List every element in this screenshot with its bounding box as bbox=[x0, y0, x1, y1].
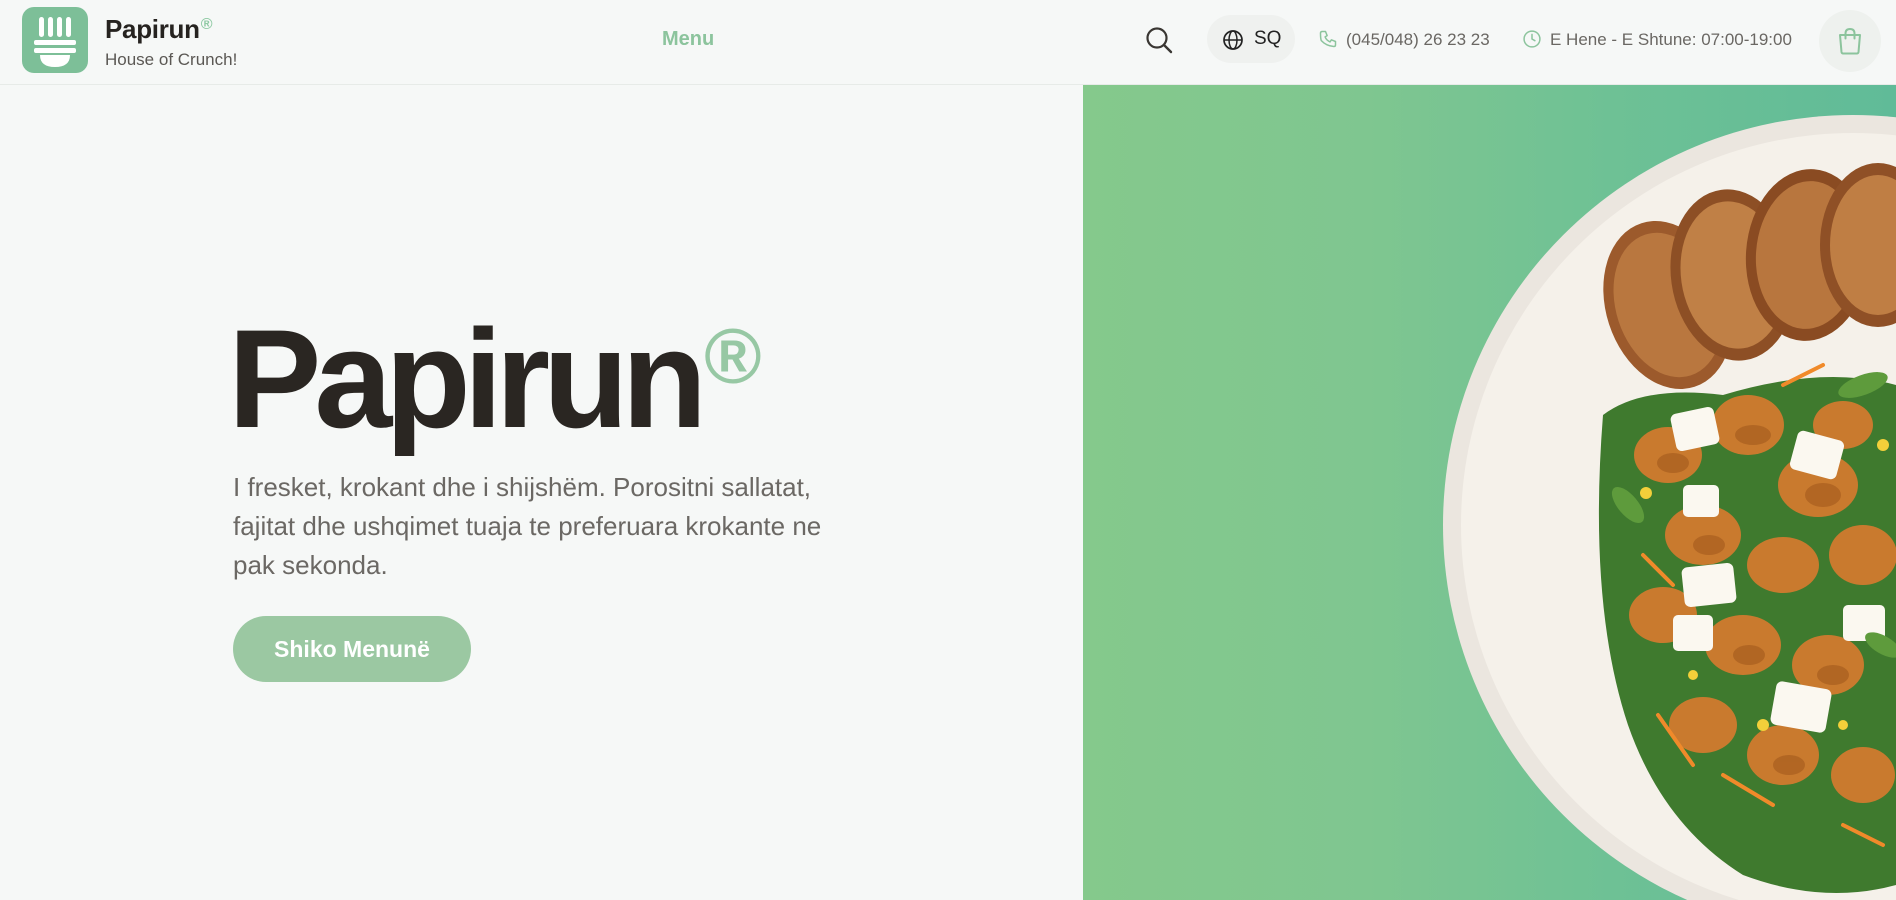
clock-icon bbox=[1523, 30, 1541, 48]
view-menu-button[interactable]: Shiko Menunë bbox=[233, 616, 471, 682]
hero-registered-mark: ® bbox=[704, 312, 762, 400]
hours-text: E Hene - E Shtune: 07:00-19:00 bbox=[1550, 30, 1792, 49]
shopping-bag-icon bbox=[1839, 27, 1861, 55]
hero-title: Papirun® bbox=[228, 302, 762, 456]
hero-image-panel bbox=[1083, 85, 1896, 900]
fork-logo-icon[interactable] bbox=[22, 7, 88, 73]
search-icon[interactable] bbox=[1144, 25, 1174, 55]
cart-button[interactable] bbox=[1819, 10, 1881, 72]
brand-registered-mark: ® bbox=[200, 16, 213, 33]
language-switcher[interactable]: SQ bbox=[1207, 15, 1295, 63]
globe-icon bbox=[1223, 30, 1243, 50]
salad-bowl-image bbox=[1443, 115, 1896, 900]
hero-description: I fresket, krokant dhe i shijshëm. Poros… bbox=[233, 472, 822, 580]
brand-name[interactable]: Papirun® bbox=[105, 14, 212, 45]
hero-title-text: Papirun bbox=[228, 300, 707, 457]
language-label: SQ bbox=[1254, 28, 1282, 49]
phone-number: (045/048) 26 23 23 bbox=[1346, 30, 1490, 49]
site-header: Papirun® House of Crunch! Menu SQ (045/0… bbox=[0, 0, 1896, 85]
phone-icon bbox=[1319, 30, 1337, 48]
brand-name-text: Papirun bbox=[105, 14, 200, 44]
nav-menu-link[interactable]: Menu bbox=[662, 28, 714, 51]
brand-tagline: House of Crunch! bbox=[105, 50, 238, 69]
